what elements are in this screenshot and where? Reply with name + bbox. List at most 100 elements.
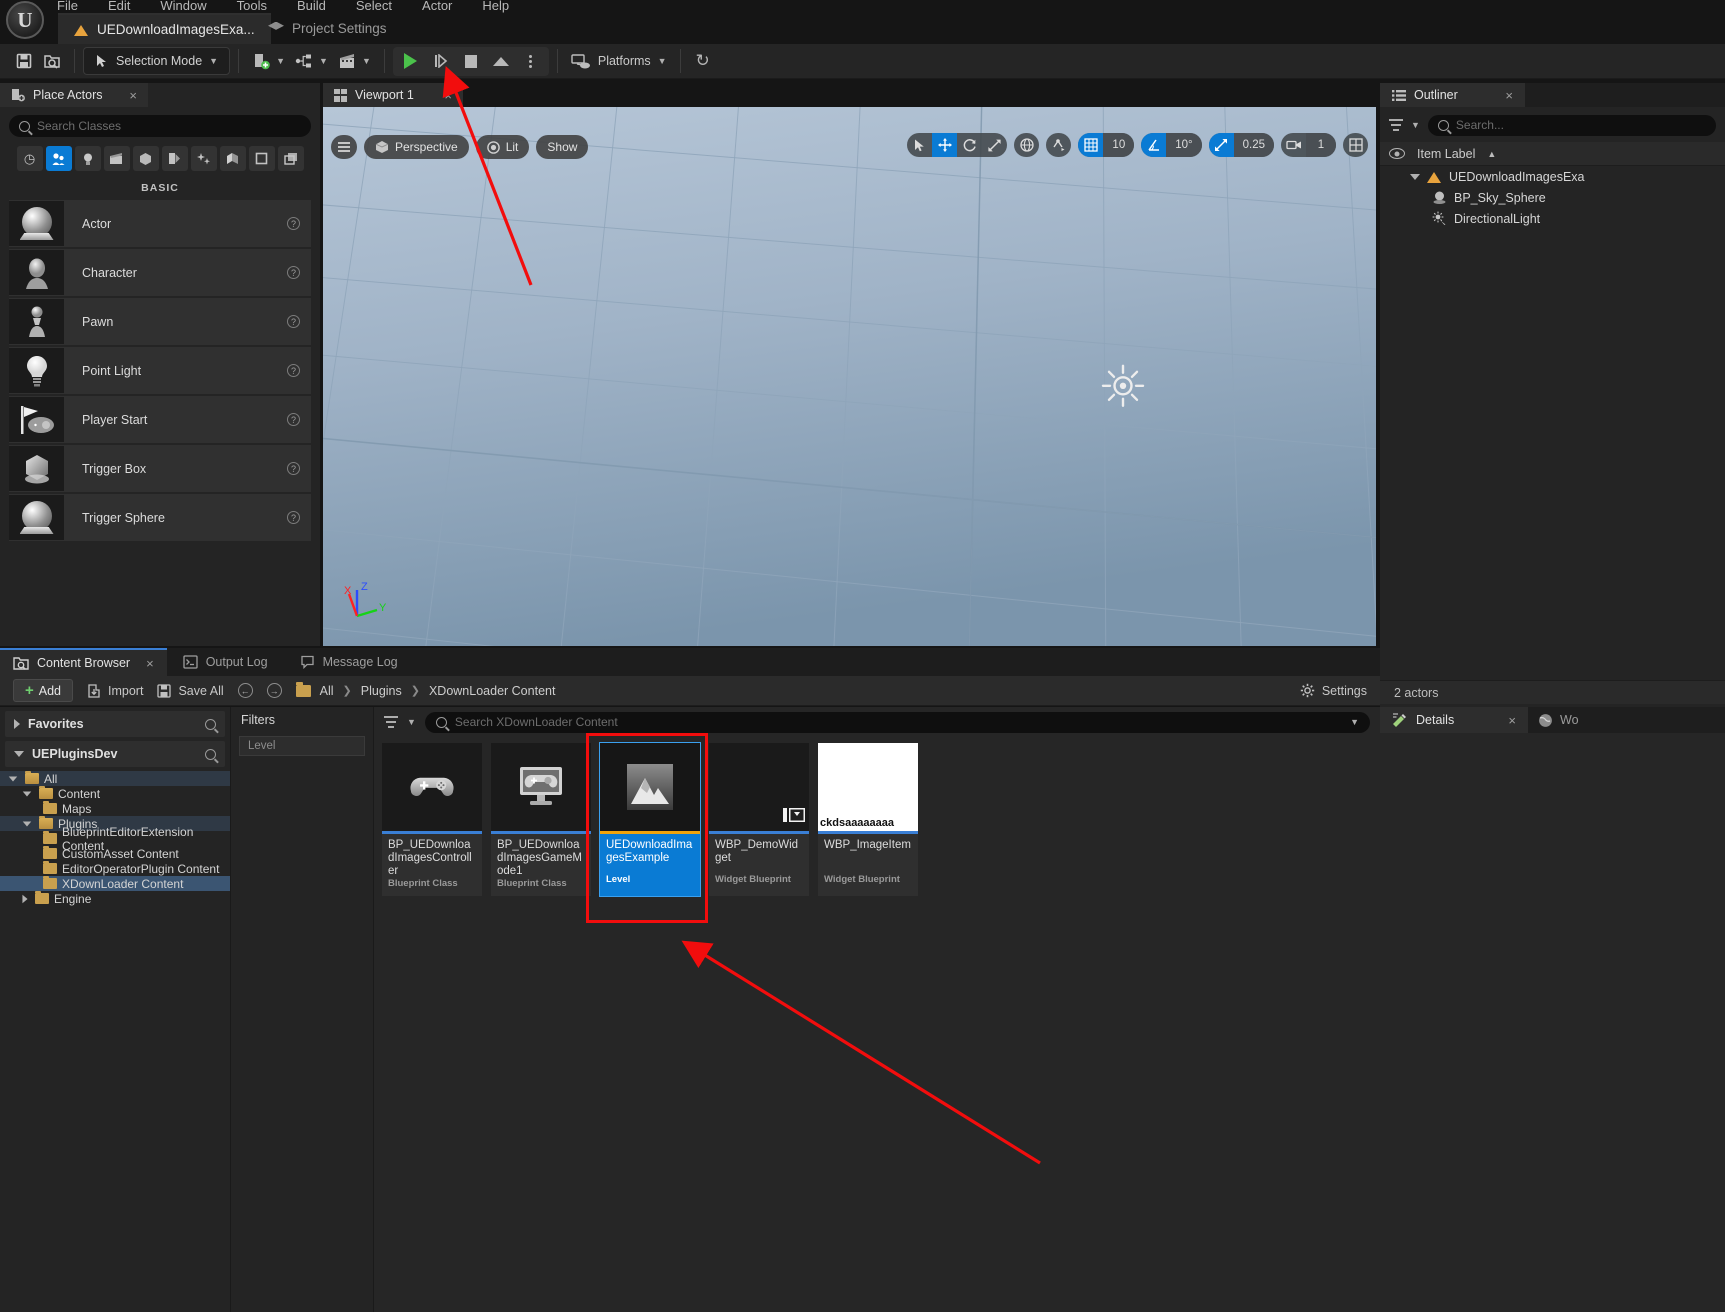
- place-actors-search[interactable]: [9, 115, 311, 137]
- tree-item-blueprinteditorextension[interactable]: BlueprintEditorExtension Content: [0, 825, 230, 853]
- browse-content-button[interactable]: [38, 48, 66, 75]
- close-icon[interactable]: ×: [444, 88, 452, 103]
- place-actor-item-point-light[interactable]: Point Light ?: [9, 347, 311, 394]
- tree-item-engine[interactable]: Engine: [0, 890, 230, 906]
- visual-effects-icon[interactable]: [132, 146, 159, 171]
- surface-snap-icon[interactable]: [1046, 133, 1071, 157]
- filter-level-chip[interactable]: Level: [239, 736, 365, 756]
- place-actors-tab[interactable]: Place Actors ×: [0, 83, 148, 107]
- viewport-menu-button[interactable]: [331, 135, 357, 159]
- outliner-search[interactable]: [1427, 114, 1716, 136]
- breadcrumb-xdownloader[interactable]: XDownLoader Content: [429, 684, 555, 698]
- scale-snap-value[interactable]: 0.25: [1233, 133, 1274, 157]
- search-icon[interactable]: [205, 718, 216, 730]
- tree-item-all[interactable]: All: [0, 770, 230, 786]
- expand-arrow-icon[interactable]: [1410, 173, 1420, 180]
- chevron-down-icon[interactable]: ▼: [1411, 120, 1420, 130]
- help-icon[interactable]: ?: [287, 462, 300, 475]
- asset-tile-controller[interactable]: BP_UEDownloadImagesController Blueprint …: [382, 743, 482, 896]
- lights-icon[interactable]: [74, 146, 101, 171]
- place-actor-item-trigger-sphere[interactable]: Trigger Sphere ?: [9, 494, 311, 541]
- help-icon[interactable]: ?: [287, 217, 300, 230]
- place-actor-item-player-start[interactable]: Player Start ?: [9, 396, 311, 443]
- geometry-icon[interactable]: [161, 146, 188, 171]
- tab-project-settings[interactable]: Project Settings: [252, 13, 403, 44]
- tree-item-editoroperatorplugin[interactable]: EditorOperatorPlugin Content: [0, 860, 230, 876]
- help-icon[interactable]: ?: [287, 315, 300, 328]
- skip-frame-button[interactable]: [427, 48, 455, 75]
- blueprints-button[interactable]: ▼: [290, 48, 333, 75]
- world-coords-icon[interactable]: [1014, 133, 1039, 157]
- angle-snap-value[interactable]: 10°: [1166, 133, 1202, 157]
- translate-tool[interactable]: [932, 133, 958, 157]
- basic-icon[interactable]: [45, 146, 72, 171]
- forward-button[interactable]: →: [266, 683, 282, 698]
- cinematics-button[interactable]: ▼: [333, 48, 376, 75]
- viewport-layout-icon[interactable]: [1343, 133, 1368, 157]
- save-button[interactable]: [10, 48, 38, 75]
- stop-button[interactable]: [457, 48, 485, 75]
- help-icon[interactable]: ?: [287, 413, 300, 426]
- outliner-row-level[interactable]: UEDownloadImagesExa: [1380, 166, 1725, 187]
- viewport-3d[interactable]: Perspective Lit Show 10 10° 0.25 1 Z Y X: [323, 107, 1376, 646]
- world-settings-tab[interactable]: Wo: [1528, 707, 1589, 733]
- asset-tile-demowidget[interactable]: WBP_DemoWidget Widget Blueprint: [709, 743, 809, 896]
- breadcrumb-all[interactable]: All: [320, 684, 334, 698]
- volumes-icon[interactable]: [190, 146, 217, 171]
- back-button[interactable]: ←: [237, 683, 253, 698]
- place-actor-item-trigger-box[interactable]: Trigger Box ?: [9, 445, 311, 492]
- eject-button[interactable]: [487, 48, 515, 75]
- search-icon[interactable]: [205, 748, 216, 760]
- tab-output-log[interactable]: Output Log: [167, 648, 284, 676]
- refresh-button[interactable]: ↻: [689, 48, 717, 75]
- search-input[interactable]: [37, 119, 301, 133]
- tab-level-uedownloadimages[interactable]: UEDownloadImagesExa...: [58, 13, 271, 44]
- camera-speed-value[interactable]: 1: [1306, 133, 1336, 157]
- close-icon[interactable]: ×: [1505, 88, 1513, 103]
- tab-message-log[interactable]: Message Log: [284, 648, 414, 676]
- outliner-row-directional-light[interactable]: DirectionalLight: [1380, 208, 1725, 229]
- lit-dropdown[interactable]: Lit: [475, 135, 530, 159]
- outliner-tab[interactable]: Outliner ×: [1380, 83, 1525, 107]
- help-icon[interactable]: ?: [287, 511, 300, 524]
- project-section[interactable]: UEPluginsDev: [5, 741, 225, 767]
- perspective-dropdown[interactable]: Perspective: [364, 135, 469, 159]
- outliner-search-input[interactable]: [1455, 118, 1706, 132]
- angle-snap-icon[interactable]: [1141, 133, 1167, 157]
- tree-item-maps[interactable]: Maps: [0, 800, 230, 816]
- all-classes-icon[interactable]: [219, 146, 246, 171]
- tree-item-content[interactable]: Content: [0, 785, 230, 801]
- shapes-icon[interactable]: [248, 146, 275, 171]
- filter-icon[interactable]: [384, 716, 398, 728]
- add-button[interactable]: + Add: [13, 679, 74, 702]
- help-icon[interactable]: ?: [287, 266, 300, 279]
- visibility-icon[interactable]: [1389, 148, 1405, 159]
- asset-search-input[interactable]: [454, 715, 1343, 729]
- scale-tool[interactable]: [982, 133, 1007, 157]
- add-actor-button[interactable]: ▼: [247, 48, 290, 75]
- selection-mode-dropdown[interactable]: Selection Mode ▼: [83, 47, 231, 75]
- grid-snap-value[interactable]: 10: [1103, 133, 1135, 157]
- close-icon[interactable]: ×: [146, 656, 154, 671]
- details-tab[interactable]: Details ×: [1380, 707, 1528, 733]
- camera-icon[interactable]: [1281, 133, 1306, 157]
- scale-snap-icon[interactable]: [1208, 133, 1234, 157]
- place-actor-item-character[interactable]: Character ?: [9, 249, 311, 296]
- chevron-down-icon[interactable]: [8, 775, 18, 782]
- save-all-button[interactable]: Save All: [157, 684, 224, 698]
- close-icon[interactable]: ×: [129, 88, 137, 103]
- filter-icon[interactable]: [1389, 119, 1403, 131]
- close-icon[interactable]: ×: [1508, 713, 1516, 728]
- asset-tile-gamemode[interactable]: BP_UEDownloadImagesGameMode1 Blueprint C…: [491, 743, 591, 896]
- place-actor-item-pawn[interactable]: Pawn ?: [9, 298, 311, 345]
- import-button[interactable]: Import: [87, 684, 143, 698]
- directional-light-gizmo[interactable]: [1101, 364, 1145, 408]
- tree-item-xdownloader[interactable]: XDownLoader Content: [0, 875, 230, 891]
- asset-search[interactable]: ▼: [424, 711, 1370, 733]
- layers-icon[interactable]: [277, 146, 304, 171]
- viewport-tab[interactable]: Viewport 1 ×: [323, 83, 463, 107]
- outliner-row-sky-sphere[interactable]: BP_Sky_Sphere: [1380, 187, 1725, 208]
- show-dropdown[interactable]: Show: [536, 135, 589, 159]
- asset-tile-imageitem[interactable]: ckdsaaaaaaaa WBP_ImageItem Widget Bluepr…: [818, 743, 918, 896]
- favorites-section[interactable]: Favorites: [5, 711, 225, 737]
